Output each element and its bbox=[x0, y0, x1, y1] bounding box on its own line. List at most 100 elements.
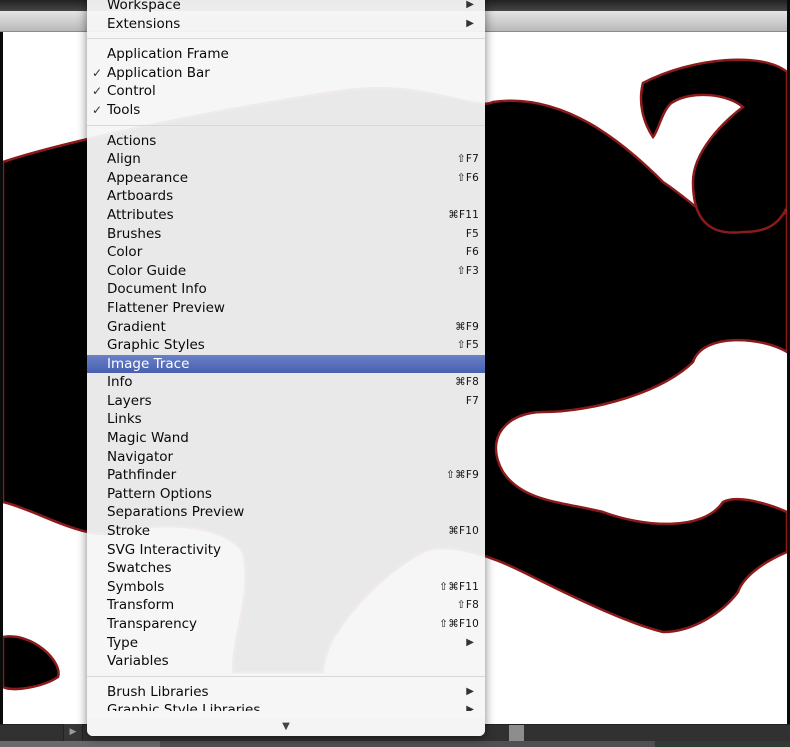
menu-item-application-bar[interactable]: ✓ Application Bar bbox=[87, 64, 485, 83]
menu-item-color-guide[interactable]: Color Guide ⇧F3 bbox=[87, 262, 485, 281]
menu-item-label: Attributes bbox=[107, 206, 174, 223]
menu-separator bbox=[87, 675, 485, 677]
menu-item-label: Transparency bbox=[107, 616, 198, 632]
submenu-arrow-icon: ▶ bbox=[466, 704, 474, 712]
menu-item-control[interactable]: ✓ Control bbox=[87, 82, 485, 101]
keyboard-shortcut: ⇧F5 bbox=[456, 339, 479, 352]
menu-item-info[interactable]: Info ⌘F8 bbox=[87, 373, 485, 392]
checkmark-icon: ✓ bbox=[92, 65, 103, 80]
menu-item-label: Stroke bbox=[107, 523, 151, 540]
menu-item-label: Gradient bbox=[107, 318, 166, 335]
menu-item-workspace[interactable]: Workspace ▶ bbox=[87, 0, 485, 15]
keyboard-shortcut: ⇧⌘F9 bbox=[446, 469, 479, 482]
menu-item-graphic-styles[interactable]: Graphic Styles ⇧F5 bbox=[87, 336, 485, 355]
menu-item-document-info[interactable]: Document Info bbox=[87, 280, 485, 299]
menu-item-artboards[interactable]: Artboards bbox=[87, 187, 485, 206]
keyboard-shortcut: F5 bbox=[465, 227, 479, 240]
menu-item-flattener-preview[interactable]: Flattener Preview bbox=[87, 299, 485, 318]
status-menu-arrow-icon[interactable]: ▶ bbox=[63, 724, 83, 741]
menu-item-graphic-style-libraries[interactable]: Graphic Style Libraries ▶ bbox=[87, 701, 485, 711]
menu-item-color[interactable]: Color F6 bbox=[87, 243, 485, 262]
menu-item-label: Align bbox=[107, 151, 141, 168]
menu-item-label: Color bbox=[107, 244, 143, 261]
menu-item-symbols[interactable]: Symbols ⇧⌘F11 bbox=[87, 578, 485, 597]
menu-item-svg-interactivity[interactable]: SVG Interactivity bbox=[87, 541, 485, 560]
menu-item-navigator[interactable]: Navigator bbox=[87, 448, 485, 467]
menu-item-label: Flattener Preview bbox=[107, 299, 225, 316]
artwork-lower-shape bbox=[3, 635, 60, 691]
menu-item-label: Control bbox=[107, 83, 156, 100]
menu-item-label: Brushes bbox=[107, 225, 162, 242]
keyboard-shortcut: F6 bbox=[465, 246, 479, 259]
menu-item-align[interactable]: Align ⇧F7 bbox=[87, 150, 485, 169]
menu-item-label: Extensions bbox=[107, 15, 181, 32]
menu-item-tools[interactable]: ✓ Tools bbox=[87, 101, 485, 120]
keyboard-shortcut: ⇧F8 bbox=[456, 599, 479, 612]
keyboard-shortcut: F7 bbox=[465, 394, 479, 407]
menu-item-magic-wand[interactable]: Magic Wand bbox=[87, 429, 485, 448]
menu-item-label: Variables bbox=[107, 653, 169, 670]
keyboard-shortcut: ⇧⌘F11 bbox=[439, 580, 479, 593]
menu-scroll-down-arrow-icon[interactable]: ▼ bbox=[87, 718, 485, 736]
menu-item-label: Color Guide bbox=[107, 262, 187, 279]
keyboard-shortcut: ⇧⌘F10 bbox=[439, 618, 479, 630]
keyboard-shortcut: ⌘F9 bbox=[455, 320, 479, 333]
keyboard-shortcut: ⇧F3 bbox=[456, 264, 479, 277]
menu-item-label: Layers bbox=[107, 392, 152, 409]
menu-item-stroke[interactable]: Stroke ⌘F10 bbox=[87, 522, 485, 541]
menu-item-transform[interactable]: Transform ⇧F8 bbox=[87, 596, 485, 615]
keyboard-shortcut: ⌘F11 bbox=[448, 208, 479, 221]
menu-item-separations-preview[interactable]: Separations Preview bbox=[87, 503, 485, 522]
menu-item-variables[interactable]: Variables bbox=[87, 652, 485, 671]
menu-item-brushes[interactable]: Brushes F5 bbox=[87, 225, 485, 244]
dock-strip bbox=[0, 741, 790, 747]
menu-item-actions[interactable]: Actions bbox=[87, 132, 485, 151]
menu-separator bbox=[87, 38, 485, 40]
menu-item-label: Pattern Options bbox=[107, 485, 212, 502]
keyboard-shortcut: ⇧F7 bbox=[456, 153, 479, 166]
menu-items-container: Workspace ▶ Extensions ▶ Application Frame ✓ A… bbox=[87, 0, 485, 711]
checkmark-icon: ✓ bbox=[92, 102, 103, 117]
menu-item-label: Separations Preview bbox=[107, 504, 245, 521]
menu-item-label: Graphic Style Libraries bbox=[107, 702, 261, 712]
menu-item-label: Actions bbox=[107, 132, 157, 149]
menu-item-label: Document Info bbox=[107, 281, 207, 298]
menu-item-application-frame[interactable]: Application Frame bbox=[87, 45, 485, 64]
submenu-arrow-icon: ▶ bbox=[466, 17, 474, 29]
menu-item-extensions[interactable]: Extensions ▶ bbox=[87, 15, 485, 34]
menu-item-label: Swatches bbox=[107, 560, 172, 577]
menu-item-label: Navigator bbox=[107, 448, 174, 465]
submenu-arrow-icon: ▶ bbox=[466, 685, 474, 697]
menu-item-label: Magic Wand bbox=[107, 430, 189, 447]
menu-item-swatches[interactable]: Swatches bbox=[87, 559, 485, 578]
menu-item-label: Appearance bbox=[107, 169, 189, 186]
menu-item-appearance[interactable]: Appearance ⇧F6 bbox=[87, 169, 485, 188]
menu-item-layers[interactable]: Layers F7 bbox=[87, 392, 485, 411]
menu-item-label: Pathfinder bbox=[107, 467, 177, 484]
submenu-arrow-icon: ▶ bbox=[466, 636, 474, 648]
menu-item-attributes[interactable]: Attributes ⌘F11 bbox=[87, 206, 485, 225]
menu-item-label: SVG Interactivity bbox=[107, 541, 222, 558]
menu-item-links[interactable]: Links bbox=[87, 410, 485, 429]
keyboard-shortcut: ⇧F6 bbox=[456, 171, 479, 184]
menu-item-brush-libraries[interactable]: Brush Libraries ▶ bbox=[87, 683, 485, 702]
submenu-arrow-icon: ▶ bbox=[466, 0, 474, 10]
horizontal-scrollbar-thumb[interactable] bbox=[509, 725, 524, 741]
menu-item-type[interactable]: Type ▶ bbox=[87, 634, 485, 653]
checkmark-icon: ✓ bbox=[92, 84, 103, 99]
menu-item-image-trace[interactable]: Image Trace bbox=[87, 354, 485, 374]
menu-item-label: Type bbox=[107, 634, 139, 651]
menu-item-label: Symbols bbox=[107, 578, 165, 595]
menu-item-label: Links bbox=[107, 411, 142, 428]
menu-item-transparency[interactable]: Transparency ⇧⌘F10 bbox=[87, 615, 485, 634]
menu-item-label: Artboards bbox=[107, 188, 174, 205]
menu-item-pathfinder[interactable]: Pathfinder ⇧⌘F9 bbox=[87, 466, 485, 485]
menu-item-pattern-options[interactable]: Pattern Options bbox=[87, 485, 485, 504]
menu-item-gradient[interactable]: Gradient ⌘F9 bbox=[87, 318, 485, 337]
menu-item-label: Image Trace bbox=[107, 355, 190, 372]
window-menu-dropdown: Workspace ▶ Extensions ▶ Application Frame ✓ A… bbox=[87, 0, 485, 736]
menu-item-label: Tools bbox=[107, 101, 141, 118]
menu-item-label: Info bbox=[107, 374, 133, 391]
menu-item-label: Application Frame bbox=[107, 46, 229, 63]
keyboard-shortcut: ⌘F8 bbox=[455, 376, 479, 389]
